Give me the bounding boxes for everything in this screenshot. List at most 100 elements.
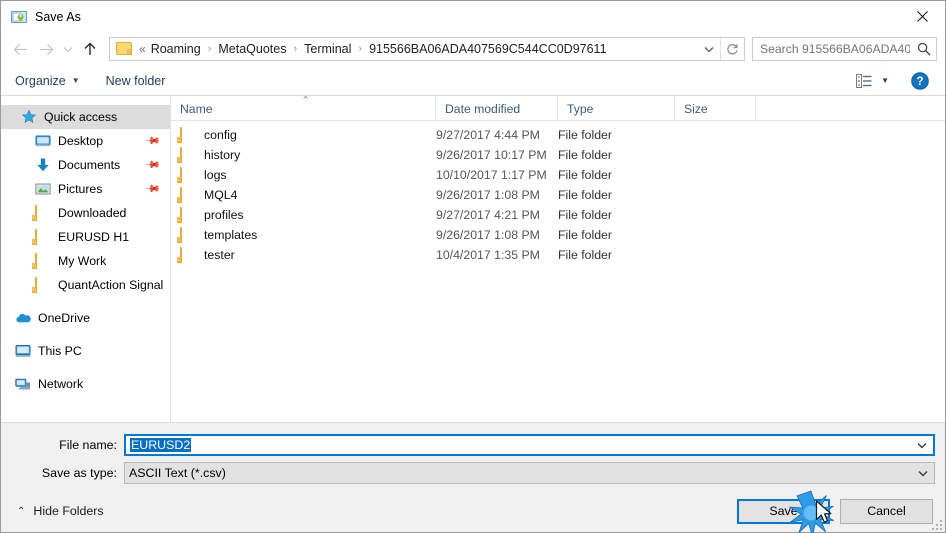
breadcrumb: « Roaming › MetaQuotes › Terminal › 9155… (137, 42, 698, 56)
svg-text:?: ? (916, 76, 923, 88)
resize-grip-icon[interactable] (929, 517, 942, 530)
file-date: 9/27/2017 4:21 PM (436, 208, 540, 222)
table-row[interactable]: logs 10/10/2017 1:17 PM File folder (171, 165, 945, 185)
recent-locations-button[interactable] (59, 36, 77, 62)
file-name: tester (204, 248, 235, 262)
breadcrumb-separator: › (207, 43, 212, 55)
sidebar-item-quick-access[interactable]: Quick access (1, 105, 170, 129)
pin-icon[interactable]: 📌 (143, 181, 160, 198)
sidebar-item-label: QuantAction Signal (58, 278, 164, 292)
help-icon[interactable]: ? (911, 71, 929, 90)
address-bar[interactable]: « Roaming › MetaQuotes › Terminal › 9155… (109, 37, 745, 61)
column-header-type[interactable]: Type (558, 96, 675, 121)
organize-button[interactable]: Organize ▼ (15, 74, 80, 88)
file-type: File folder (558, 248, 612, 262)
folder-icon (180, 187, 196, 203)
forward-button[interactable] (33, 36, 59, 62)
file-date: 10/4/2017 1:35 PM (436, 248, 540, 262)
chevron-down-icon[interactable] (912, 470, 934, 477)
sidebar-item-onedrive[interactable]: OneDrive (1, 306, 170, 330)
network-icon (15, 376, 31, 392)
chevron-down-icon[interactable] (698, 38, 720, 60)
column-header-label: Date modified (445, 101, 521, 116)
pin-icon[interactable]: 📌 (143, 157, 160, 174)
file-name-text: EURUSD2 (130, 438, 192, 452)
sidebar-item-label: Quick access (44, 110, 118, 124)
sidebar-item-label: My Work (58, 254, 107, 268)
pin-icon[interactable]: 📌 (143, 133, 160, 150)
chevron-down-icon[interactable]: ▼ (881, 76, 889, 85)
refresh-icon[interactable] (720, 38, 744, 60)
sidebar-item-quantaction-signal[interactable]: QuantAction Signal (1, 273, 170, 297)
file-name-cell: config (171, 127, 436, 143)
folder-icon (180, 247, 196, 263)
file-type: File folder (558, 168, 612, 182)
file-name-field[interactable]: EURUSD2 (124, 434, 935, 456)
hide-folders-label: Hide Folders (33, 504, 104, 518)
file-type: File folder (558, 228, 612, 242)
table-row[interactable]: profiles 9/27/2017 4:21 PM File folder (171, 205, 945, 225)
file-date: 9/26/2017 1:08 PM (436, 188, 540, 202)
file-name-cell: history (171, 147, 436, 163)
save-button[interactable]: Save (737, 498, 830, 524)
column-header-label: Type (567, 101, 594, 116)
chevron-down-icon: ▼ (71, 76, 80, 85)
dialog-footer: ⌃ Hide Folders Save Cancel (1, 490, 945, 532)
file-name-cell: logs (171, 167, 436, 183)
table-row[interactable]: templates 9/26/2017 1:08 PM File folder (171, 225, 945, 245)
file-type: File folder (558, 208, 612, 222)
file-name: templates (204, 228, 258, 242)
save-as-type-value: ASCII Text (*.csv) (129, 466, 226, 480)
hide-folders-button[interactable]: ⌃ Hide Folders (17, 504, 104, 518)
breadcrumb-item-2[interactable]: Terminal (301, 42, 354, 56)
file-name: MQL4 (204, 188, 238, 202)
table-row[interactable]: config 9/27/2017 4:44 PM File folder (171, 125, 945, 145)
sidebar-item-my-work[interactable]: My Work (1, 249, 170, 273)
column-header-date-modified[interactable]: Date modified (436, 96, 558, 121)
table-row[interactable]: tester 10/4/2017 1:35 PM File folder (171, 245, 945, 265)
folder-icon (35, 229, 51, 245)
file-date: 9/26/2017 1:08 PM (436, 228, 540, 242)
table-row[interactable]: history 9/26/2017 10:17 PM File folder (171, 145, 945, 165)
download-icon (35, 157, 51, 173)
view-layout-icon[interactable] (851, 73, 877, 88)
sidebar-item-label: Pictures (58, 182, 103, 196)
file-name-value[interactable]: EURUSD2 (126, 438, 911, 452)
chevron-down-icon[interactable] (911, 442, 933, 449)
breadcrumb-item-1[interactable]: MetaQuotes (215, 42, 289, 56)
save-as-type-field[interactable]: ASCII Text (*.csv) (124, 462, 935, 484)
title-bar: Save As (1, 1, 945, 32)
breadcrumb-item-0[interactable]: Roaming (148, 42, 204, 56)
sidebar-item-desktop[interactable]: Desktop 📌 (1, 129, 170, 153)
breadcrumb-separator: › (293, 43, 298, 55)
chevron-up-icon: ⌃ (17, 505, 26, 517)
search-icon[interactable] (912, 42, 936, 56)
breadcrumb-item-3[interactable]: 915566BA06ADA407569C544CC0D97611 (366, 42, 609, 56)
table-row[interactable]: MQL4 9/26/2017 1:08 PM File folder (171, 185, 945, 205)
dialog-body: Quick access Desktop 📌 Documents 📌 Pictu… (1, 95, 945, 422)
search-box[interactable] (752, 37, 937, 61)
breadcrumb-overflow[interactable]: « (137, 42, 148, 56)
column-header-size[interactable]: Size (675, 96, 756, 121)
monitor-icon (35, 133, 51, 149)
breadcrumb-separator: › (358, 43, 363, 55)
sidebar-item-documents[interactable]: Documents 📌 (1, 153, 170, 177)
new-folder-button[interactable]: New folder (106, 74, 166, 88)
sidebar-item-network[interactable]: Network (1, 372, 170, 396)
cancel-button[interactable]: Cancel (840, 498, 933, 524)
back-button[interactable] (7, 36, 33, 62)
sidebar-item-eurusd-h1[interactable]: EURUSD H1 (1, 225, 170, 249)
sidebar-item-label: Downloaded (58, 206, 127, 220)
navigation-bar: « Roaming › MetaQuotes › Terminal › 9155… (1, 32, 945, 66)
search-input[interactable] (753, 41, 912, 57)
file-name: config (204, 128, 237, 142)
column-header-name[interactable]: Name ⌃ (171, 95, 436, 121)
sidebar-item-pictures[interactable]: Pictures 📌 (1, 177, 170, 201)
folder-icon (180, 227, 196, 243)
sidebar-item-this-pc[interactable]: This PC (1, 339, 170, 363)
up-button[interactable] (77, 36, 103, 62)
new-folder-label: New folder (105, 73, 166, 88)
save-button-label: Save (769, 504, 798, 518)
close-button[interactable] (899, 1, 945, 31)
sidebar-item-downloaded[interactable]: Downloaded (1, 201, 170, 225)
